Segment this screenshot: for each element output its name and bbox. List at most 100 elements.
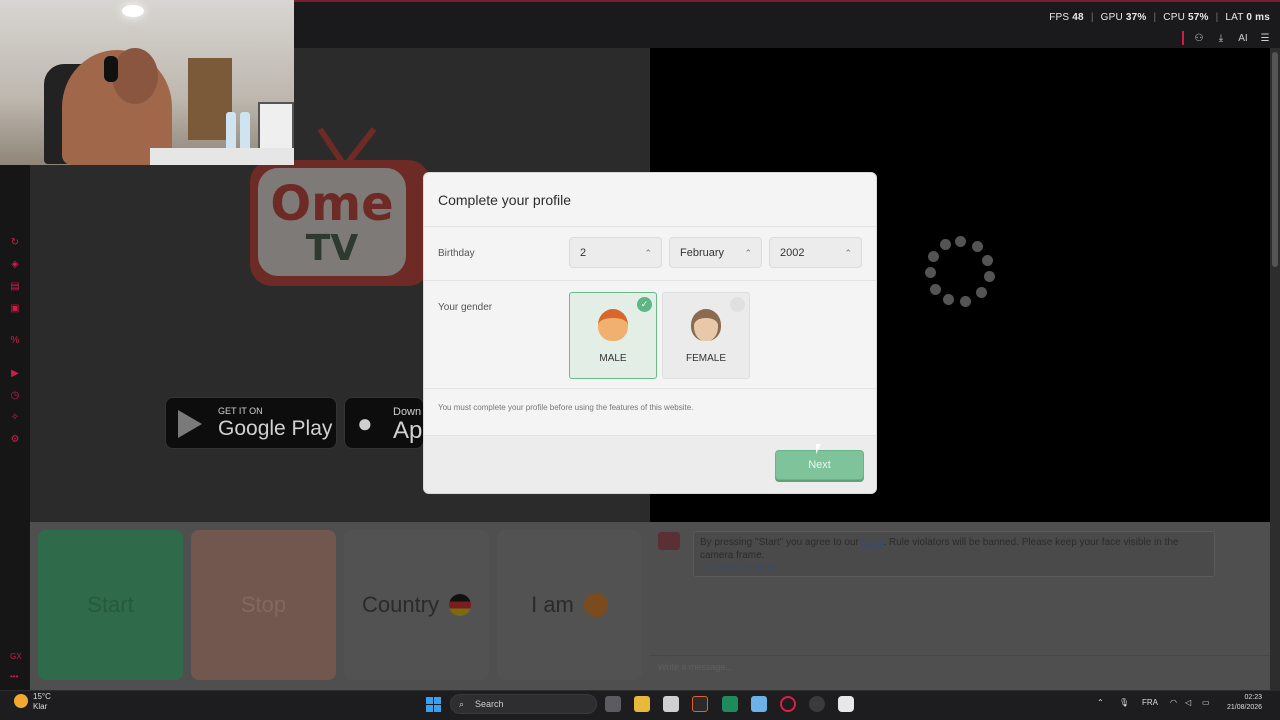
safety-reminder[interactable]: ⚠ Safety Reminder	[702, 562, 780, 573]
xbox-icon[interactable]	[722, 696, 738, 712]
sidebar-percent-icon[interactable]: %	[9, 335, 21, 347]
app2-icon[interactable]	[838, 696, 854, 712]
wifi-icon[interactable]: ◠	[1170, 698, 1177, 707]
day-value: 2	[580, 247, 587, 259]
cpu-value: 57	[1187, 12, 1200, 23]
windows-start-icon[interactable]	[426, 697, 441, 712]
task-view-icon[interactable]	[605, 696, 621, 712]
sidebar-gx-icon[interactable]: GX	[10, 652, 22, 661]
page-scrollbar-thumb[interactable]	[1272, 52, 1278, 267]
profile-note: You must complete your profile before us…	[438, 403, 694, 412]
weather-icon[interactable]	[14, 694, 28, 708]
google-play-small-text: GET IT ON	[218, 406, 263, 416]
gender-button[interactable]: I am	[497, 530, 642, 680]
month-value: February	[680, 247, 725, 259]
browser-toolbar: ⚇ ⤓ AI ☰	[1182, 31, 1272, 45]
terminal-icon[interactable]	[692, 696, 708, 712]
google-play-big-text: Google Play	[218, 417, 333, 440]
fps-label: FPS	[1049, 12, 1070, 23]
screen: FPS 48 | GPU 37% | CPU 57% | LAT 0 ms ⚇ …	[0, 0, 1280, 720]
unchecked-circle-icon	[730, 297, 745, 312]
lat-value: 0 ms	[1246, 12, 1270, 23]
month-select[interactable]: February ⌃	[669, 237, 762, 268]
mouse-cursor-icon	[816, 444, 821, 454]
divider	[424, 280, 876, 281]
performance-overlay: FPS 48 | GPU 37% | CPU 57% | LAT 0 ms	[1049, 12, 1270, 23]
start-button[interactable]: Start	[38, 530, 183, 680]
google-play-badge[interactable]: GET IT ON Google Play	[165, 397, 337, 449]
sidebar-puzzle-icon[interactable]: ✧	[9, 412, 21, 424]
modal-title: Complete your profile	[438, 192, 572, 208]
chevron-up-icon: ⌃	[744, 248, 752, 258]
chat-input[interactable]: Write a message...	[658, 662, 733, 672]
webcam-overlay	[0, 0, 294, 165]
country-button[interactable]: Country	[344, 530, 489, 680]
day-select[interactable]: 2 ⌃	[569, 237, 662, 268]
gender-label: Your gender	[438, 302, 493, 313]
battery-icon[interactable]: ▭	[1202, 698, 1210, 707]
sidebar-more-icon[interactable]: •••	[10, 672, 18, 681]
taskbar-clock[interactable]: 02:23 21/08/2026	[1227, 693, 1262, 713]
sidebar-music-icon[interactable]: ▣	[9, 303, 21, 315]
volume-icon[interactable]: ◁	[1185, 698, 1191, 707]
sidebar-play-icon[interactable]: ▶	[9, 368, 21, 380]
menu-icon[interactable]: ☰	[1258, 33, 1272, 44]
google-play-icon	[178, 410, 202, 438]
profile-modal: Complete your profile Birthday 2 ⌃ Febru…	[423, 172, 877, 494]
download-icon[interactable]: ⤓	[1214, 33, 1228, 44]
language-indicator[interactable]: FRA	[1142, 698, 1158, 707]
safety-reminder-link[interactable]: Safety Reminder	[713, 562, 780, 572]
app-store-badge[interactable]: ● Down Ap	[344, 397, 424, 449]
next-button[interactable]: Next	[775, 450, 864, 480]
sidebar-bag-icon[interactable]: ◈	[9, 259, 21, 271]
sidebar-wallet-icon[interactable]: ▤	[9, 281, 21, 293]
clock-date: 21/08/2026	[1227, 704, 1263, 711]
microphone-icon[interactable]: 🎙	[1119, 698, 1129, 707]
file-explorer-icon[interactable]	[634, 696, 650, 712]
male-face-icon	[583, 593, 608, 617]
stop-button[interactable]: Stop	[191, 530, 336, 680]
taskbar-search[interactable]: ⌕ Search	[450, 694, 597, 714]
country-label: Country	[361, 592, 440, 617]
divider	[424, 388, 876, 389]
warning-icon: ⚠	[702, 562, 711, 572]
temperature: 15°C	[33, 692, 51, 701]
clock-time: 02:23	[1244, 694, 1263, 701]
profile-icon[interactable]: ⚇	[1192, 33, 1206, 44]
germany-flag-icon	[449, 594, 472, 616]
start-label: Start	[87, 592, 134, 617]
obs-icon[interactable]	[809, 696, 825, 712]
taskbar-search-label: Search	[475, 699, 504, 709]
male-avatar-icon	[598, 309, 628, 341]
year-select[interactable]: 2002 ⌃	[769, 237, 862, 268]
lat-label: LAT	[1225, 12, 1244, 23]
rules-link[interactable]: rules	[862, 537, 884, 548]
gpu-label: GPU	[1100, 12, 1123, 23]
sidebar-clock-icon[interactable]: ◷	[9, 390, 21, 402]
logo-ome-text: Ome	[270, 176, 394, 232]
gender-option-male[interactable]: MALE ✓	[569, 292, 657, 379]
weather-widget[interactable]: 15°C Klar	[33, 692, 51, 712]
sidebar-refresh-icon[interactable]: ↻	[9, 237, 21, 249]
ai-icon[interactable]: AI	[1236, 33, 1250, 44]
checkmark-icon: ✓	[637, 297, 652, 312]
sidebar-settings-icon[interactable]: ⚙	[9, 434, 21, 446]
toolbar-accent-bar	[1182, 31, 1184, 45]
iam-label: I am	[531, 592, 574, 617]
cpu-label: CPU	[1163, 12, 1185, 23]
opera-gx-icon[interactable]	[780, 696, 796, 712]
store-icon[interactable]	[663, 696, 679, 712]
male-label: MALE	[599, 353, 627, 364]
app-icon[interactable]	[751, 696, 767, 712]
chat-system-icon	[658, 532, 680, 550]
loading-spinner-icon	[924, 236, 996, 308]
birthday-label: Birthday	[438, 248, 475, 259]
search-icon: ⌕	[459, 699, 465, 709]
gender-option-female[interactable]: FEMALE	[662, 292, 750, 379]
app-store-big-text: Ap	[393, 417, 423, 444]
tray-chevron-icon[interactable]: ⌃	[1097, 698, 1104, 707]
modal-header: Complete your profile	[424, 173, 876, 227]
apple-icon: ●	[357, 408, 373, 438]
weather-condition: Klar	[33, 702, 48, 711]
year-value: 2002	[780, 247, 805, 259]
